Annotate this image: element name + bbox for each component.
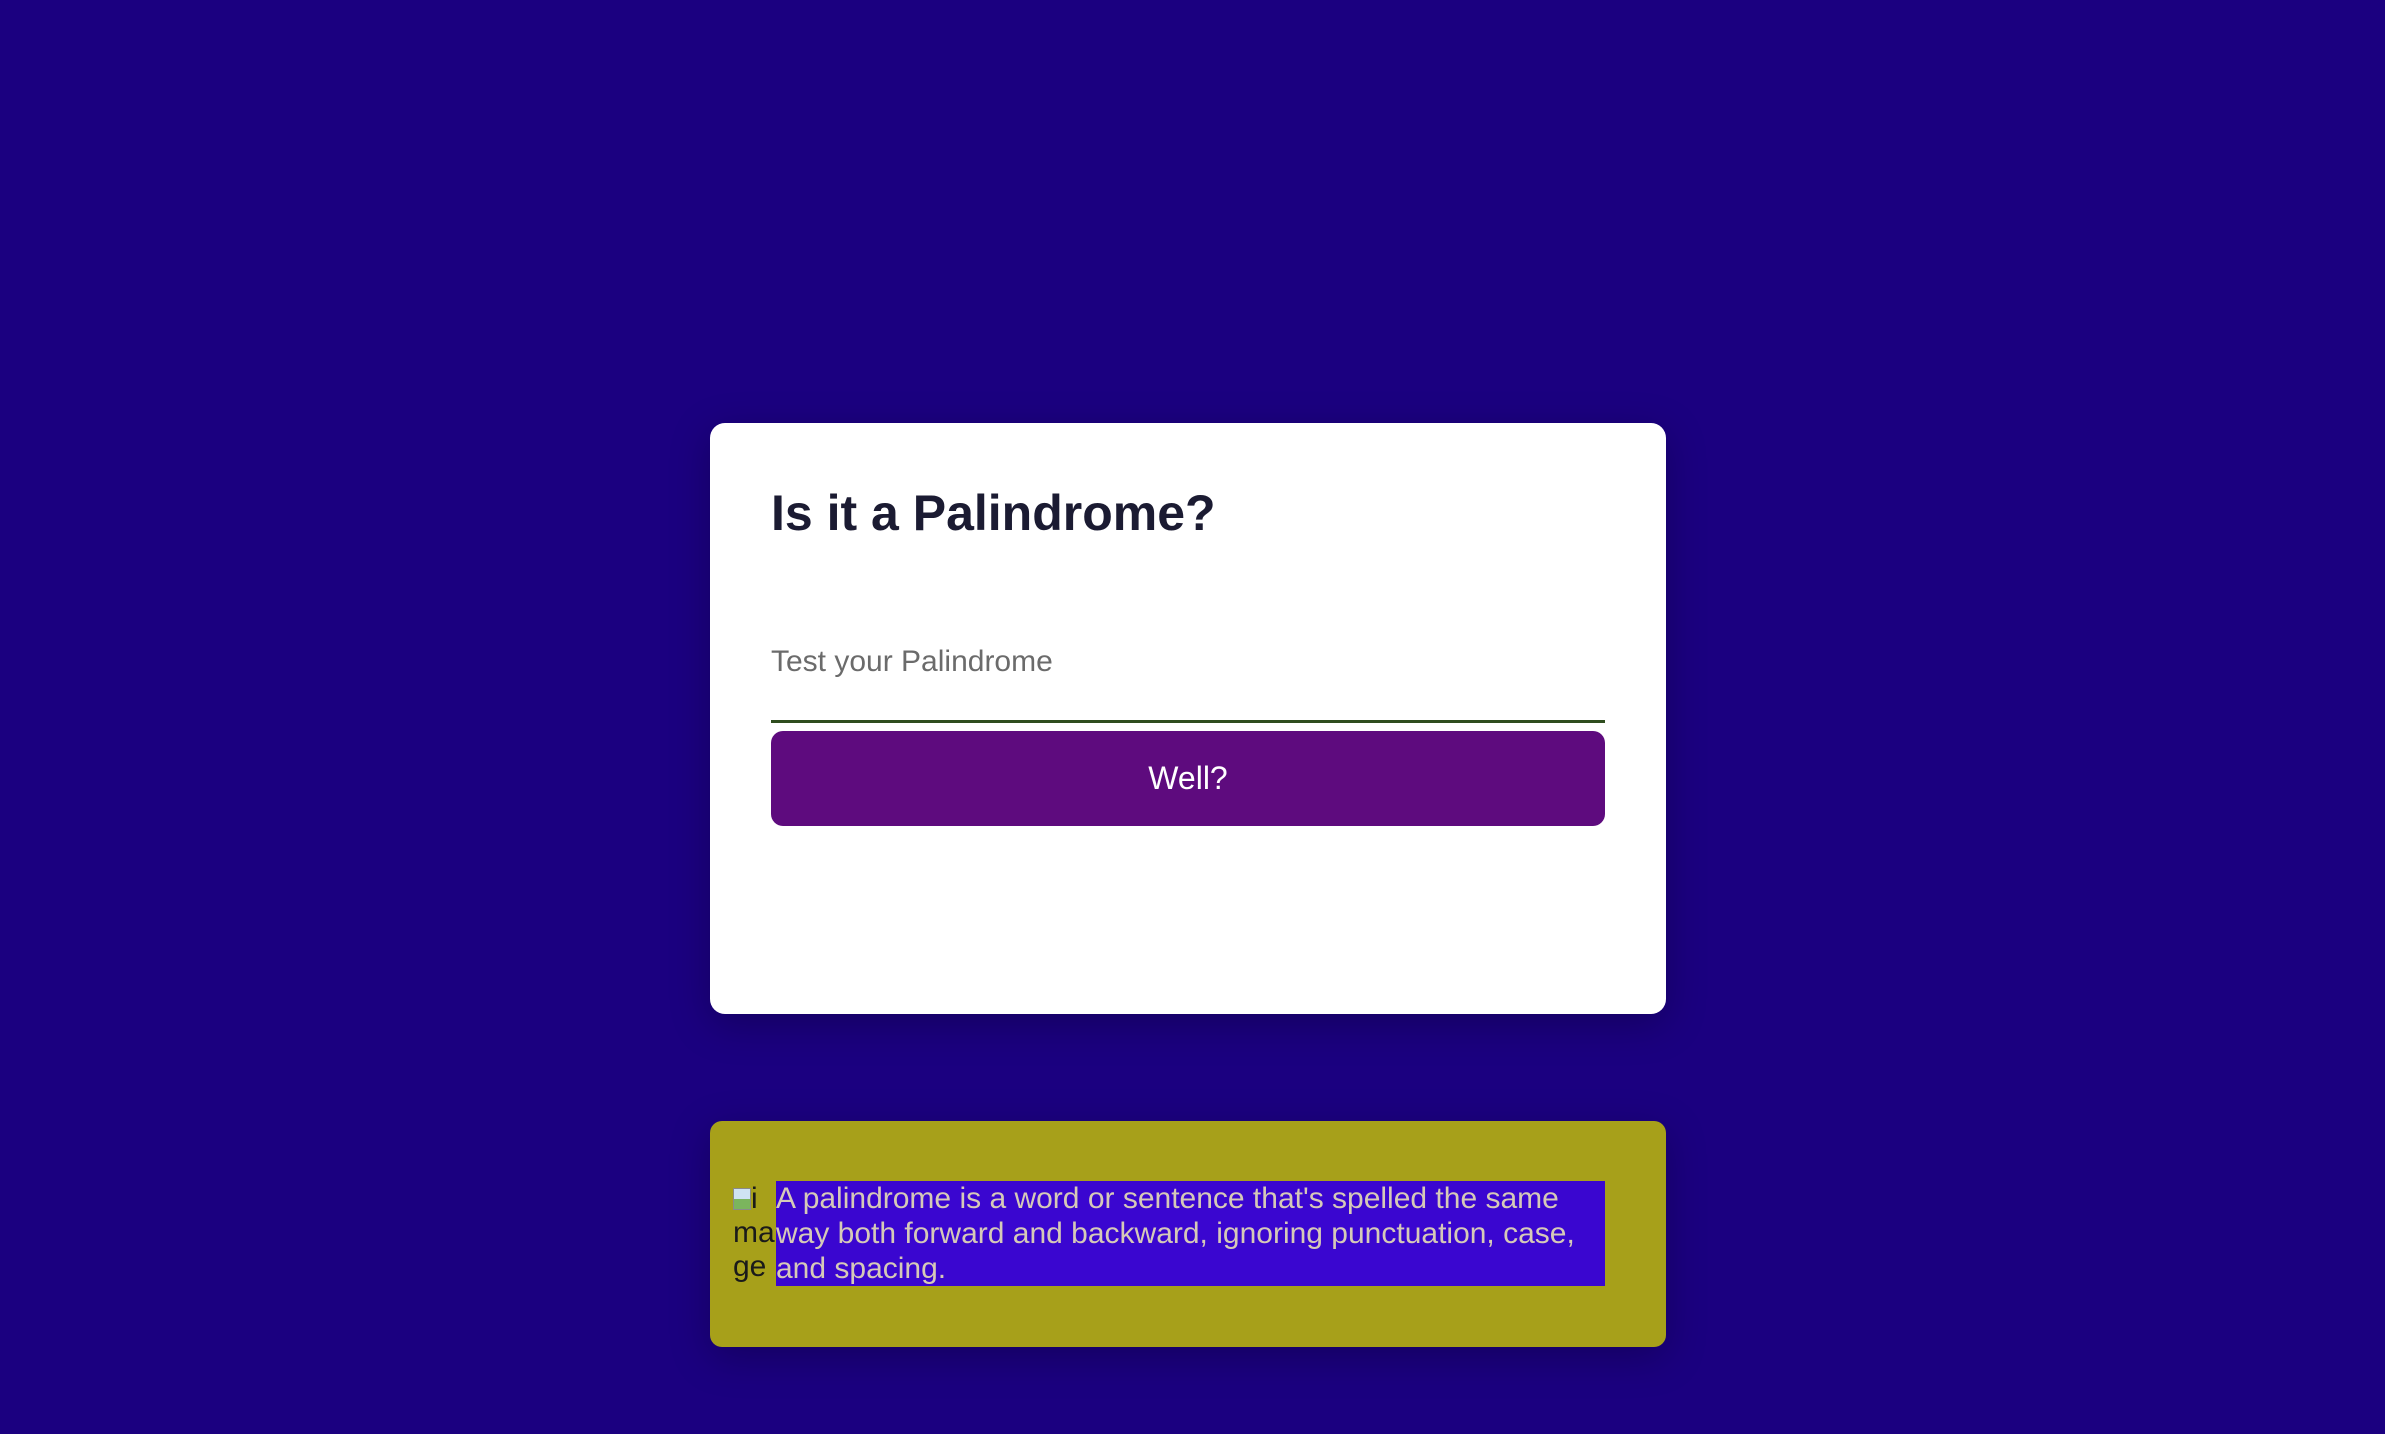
palindrome-input-wrapper — [771, 619, 1605, 723]
page-title: Is it a Palindrome? — [771, 485, 1216, 541]
palindrome-input[interactable] — [771, 619, 1605, 720]
broken-image-glyph — [733, 1188, 751, 1210]
palindrome-definition-text: A palindrome is a word or sentence that'… — [776, 1181, 1605, 1286]
palindrome-definition-box: image icon A palindrome is a word or sen… — [710, 1121, 1666, 1347]
check-palindrome-button[interactable]: Well? — [771, 731, 1605, 826]
palindrome-card: Is it a Palindrome? Well? — [710, 423, 1666, 1014]
page: Is it a Palindrome? Well? image icon A p… — [0, 0, 2385, 1434]
broken-image-icon: image icon — [733, 1182, 776, 1282]
